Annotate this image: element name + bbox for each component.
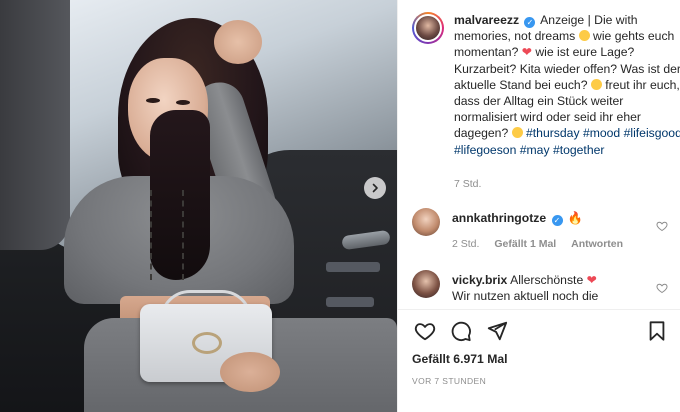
hashtag-link[interactable]: #lifeisgood [624, 126, 680, 140]
username-link[interactable]: annkathringotze [452, 211, 546, 225]
avatar[interactable] [412, 270, 440, 298]
username-link[interactable]: vicky.brix [452, 273, 507, 287]
next-image-button[interactable] [364, 177, 386, 199]
heart-emoji-icon: ❤ [521, 45, 532, 60]
comment-text: annkathringotze ✓ 🔥 [452, 210, 652, 226]
bookmark-icon[interactable] [646, 320, 668, 342]
post-timestamp[interactable]: VOR 7 STUNDEN [412, 376, 486, 386]
verified-badge-icon: ✓ [524, 17, 536, 28]
hand [214, 20, 262, 64]
hand [220, 352, 280, 392]
fire-emoji-icon: 🔥 [567, 211, 584, 225]
comment-timestamp[interactable]: 2 Std. [452, 238, 479, 250]
comment-meta: 2 Std. Gefällt 1 Mal Antworten [452, 238, 635, 250]
heart-emoji-icon: ❤ [586, 273, 597, 287]
sweater-lacing [150, 190, 184, 280]
nerd-emoji-icon [511, 127, 523, 139]
heart-outline-icon[interactable] [656, 282, 668, 294]
hashtag-link[interactable]: #lifegoeson [454, 143, 516, 157]
speech-bubble-icon[interactable] [450, 320, 472, 342]
paper-plane-icon[interactable] [486, 320, 508, 342]
divider [398, 309, 680, 310]
heart-outline-icon[interactable] [656, 220, 668, 232]
avatar[interactable] [412, 208, 440, 236]
caption: malvareezz ✓ Anzeige | Die with memories… [454, 12, 680, 158]
story-ring[interactable] [412, 12, 444, 44]
bag-clasp [192, 332, 222, 354]
hashtag-link[interactable]: #may [520, 143, 550, 157]
hashtag-link[interactable]: #thursday [526, 126, 580, 140]
caption-timestamp[interactable]: 7 Std. [454, 178, 481, 190]
comment-body: Wir nutzen aktuell noch die [452, 289, 599, 304]
hashtag-link[interactable]: #mood [583, 126, 620, 140]
heart-outline-icon[interactable] [414, 320, 436, 342]
like-count[interactable]: Gefällt 6.971 Mal [412, 352, 508, 366]
chevron-right-icon [372, 183, 378, 193]
hashtag-link[interactable]: #together [553, 143, 605, 157]
avatar[interactable] [414, 14, 442, 42]
comment-text: vicky.brix Allerschönste ❤ Wir nutzen ak… [452, 272, 652, 304]
comment-likes[interactable]: Gefällt 1 Mal [494, 238, 556, 250]
window-frame [0, 0, 70, 250]
comment-body: Allerschönste [510, 273, 584, 287]
eye [146, 98, 160, 103]
post-photo[interactable] [0, 0, 397, 412]
eye [176, 100, 190, 105]
smiley-emoji-icon [590, 78, 602, 90]
reply-button[interactable]: Antworten [571, 238, 623, 250]
post-details-panel: malvareezz ✓ Anzeige | Die with memories… [397, 0, 680, 412]
username-link[interactable]: malvareezz [454, 13, 519, 27]
vent [326, 262, 380, 272]
smiley-emoji-icon [578, 30, 590, 42]
vent [326, 297, 374, 307]
action-bar [412, 320, 674, 344]
verified-badge-icon: ✓ [551, 215, 563, 226]
